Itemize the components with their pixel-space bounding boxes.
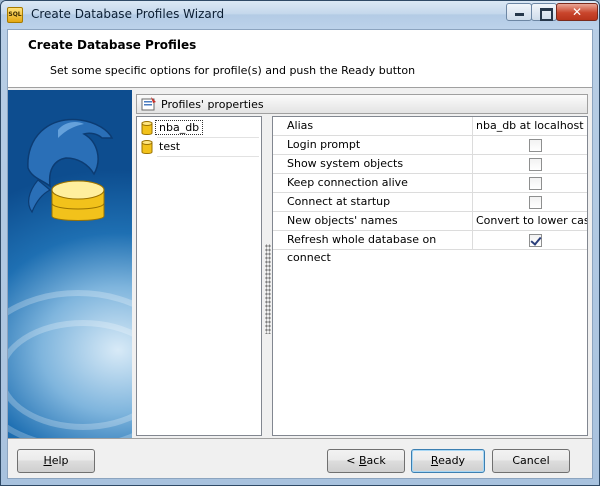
wizard-window: SQL Create Database Profiles Wizard ✕ Cr… — [0, 0, 600, 486]
alias-value[interactable]: nba_db at localhost — [474, 117, 587, 135]
properties-icon — [141, 97, 156, 111]
wizard-client-area: Create Database Profiles Set some specif… — [7, 29, 593, 479]
panel-splitter-handle[interactable] — [265, 244, 271, 334]
profile-item-test[interactable]: test — [139, 138, 259, 157]
property-row-login-prompt[interactable]: Login prompt — [273, 136, 587, 155]
title-bar[interactable]: SQL Create Database Profiles Wizard ✕ — [1, 1, 599, 29]
cancel-button[interactable]: Cancel — [492, 449, 570, 473]
property-label: Show system objects — [273, 155, 473, 173]
wizard-side-banner — [8, 90, 132, 438]
property-label: Alias — [273, 117, 473, 135]
database-icon — [141, 121, 153, 135]
dolphin-database-icon — [27, 118, 114, 221]
property-row-new-objects-names[interactable]: New objects' names Convert to lower case — [273, 212, 587, 231]
property-row-keep-connection-alive[interactable]: Keep connection alive — [273, 174, 587, 193]
ready-button[interactable]: Ready — [411, 449, 485, 473]
profiles-panel: Profiles' properties nba_db test Alias n… — [136, 94, 588, 436]
page-title: Create Database Profiles — [28, 38, 197, 52]
refresh-whole-database-checkbox[interactable] — [529, 234, 542, 247]
property-row-alias[interactable]: Alias nba_db at localhost — [273, 117, 587, 136]
profiles-properties-header: Profiles' properties — [136, 94, 588, 114]
minimize-button[interactable] — [506, 3, 532, 21]
wizard-header: Create Database Profiles Set some specif… — [8, 30, 592, 88]
property-row-show-system-objects[interactable]: Show system objects — [273, 155, 587, 174]
property-row-refresh-whole-database[interactable]: Refresh whole database on connect — [273, 231, 587, 264]
property-label: Keep connection alive — [273, 174, 473, 192]
property-label: Login prompt — [273, 136, 473, 154]
help-button[interactable]: Help — [17, 449, 95, 473]
property-label: Refresh whole database on connect — [273, 231, 473, 264]
row-divider — [157, 156, 259, 157]
footer-divider — [8, 438, 592, 439]
maximize-button[interactable] — [531, 3, 557, 21]
panel-title: Profiles' properties — [161, 98, 264, 111]
window-title: Create Database Profiles Wizard — [31, 7, 225, 21]
back-button[interactable]: < Back — [327, 449, 405, 473]
properties-grid: Alias nba_db at localhost Login prompt S… — [272, 116, 588, 436]
property-label: Connect at startup — [273, 193, 473, 211]
close-button[interactable]: ✕ — [556, 3, 598, 21]
property-label: New objects' names — [273, 212, 473, 230]
connect-at-startup-checkbox[interactable] — [529, 196, 542, 209]
login-prompt-checkbox[interactable] — [529, 139, 542, 152]
banner-swirl — [8, 320, 132, 430]
profile-name: test — [159, 140, 181, 153]
keep-connection-alive-checkbox[interactable] — [529, 177, 542, 190]
show-system-objects-checkbox[interactable] — [529, 158, 542, 171]
new-objects-names-value[interactable]: Convert to lower case — [474, 212, 587, 230]
profile-item-nba-db[interactable]: nba_db — [139, 119, 259, 138]
property-row-connect-at-startup[interactable]: Connect at startup — [273, 193, 587, 212]
sql-app-icon: SQL — [7, 7, 23, 23]
profile-name: nba_db — [154, 120, 204, 135]
close-icon: ✕ — [571, 5, 583, 19]
database-icon — [141, 140, 153, 154]
profile-list[interactable]: nba_db test — [136, 116, 262, 436]
page-subtitle: Set some specific options for profile(s)… — [50, 64, 416, 77]
